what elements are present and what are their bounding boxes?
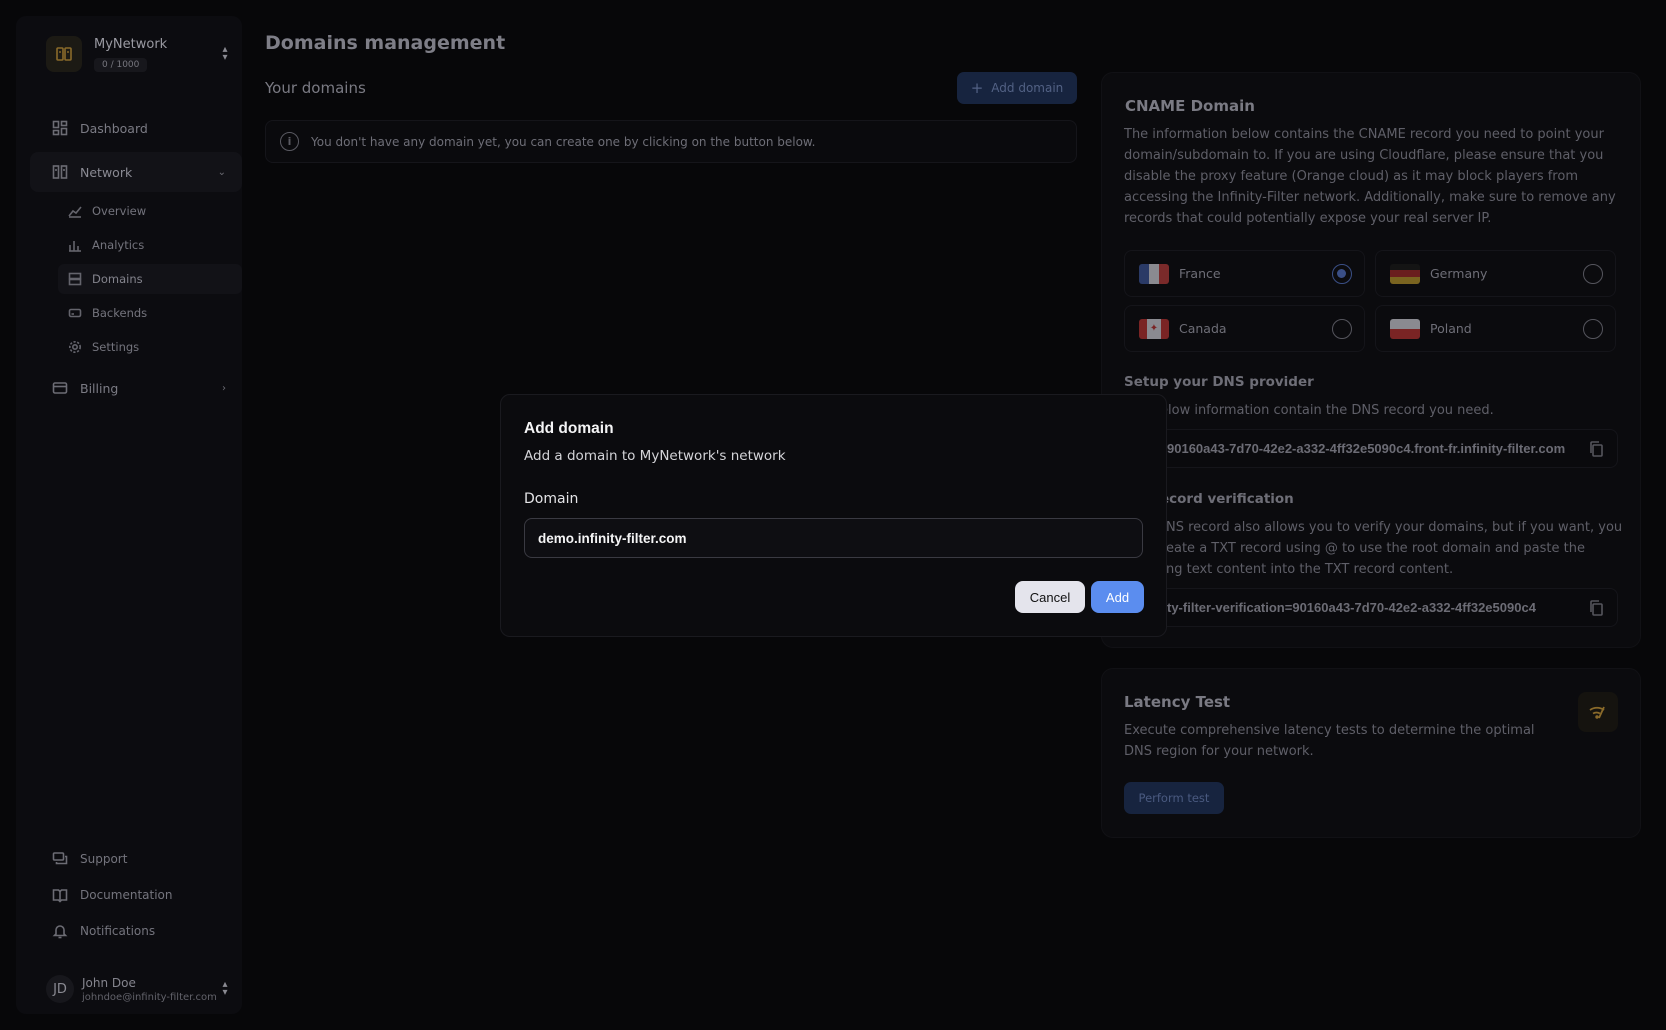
add-button[interactable]: Add: [1091, 581, 1144, 613]
domain-input[interactable]: [524, 518, 1143, 558]
dialog-title: Add domain: [524, 420, 614, 437]
add-domain-dialog: Add domain Add a domain to MyNetwork's n…: [500, 394, 1167, 637]
app-page: MyNetwork 0 / 1000 ▴ ▾ Dashboard Network …: [0, 0, 1666, 1030]
dialog-subtitle: Add a domain to MyNetwork's network: [524, 448, 786, 464]
cancel-button[interactable]: Cancel: [1015, 581, 1085, 613]
domain-field-label: Domain: [524, 491, 579, 507]
